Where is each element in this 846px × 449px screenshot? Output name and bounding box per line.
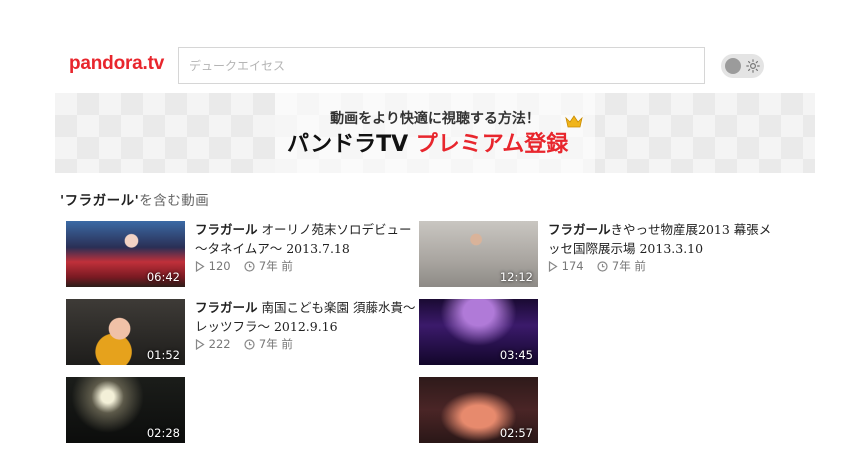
pandora-logo[interactable]: pandora.tv: [69, 53, 164, 75]
video-thumbnail[interactable]: 02:28: [66, 377, 185, 443]
play-icon: [548, 260, 558, 273]
clock-icon: [244, 261, 255, 272]
play-icon: [195, 260, 205, 273]
video-thumbnail[interactable]: 02:57: [419, 377, 538, 443]
video-thumbnail[interactable]: 12:12: [419, 221, 538, 287]
video-title[interactable]: フラガール オーリノ苑末ソロデビュー～タネイムア～ 2013.7.18: [195, 220, 420, 258]
video-thumbnail[interactable]: 01:52: [66, 299, 185, 365]
clock-icon: [244, 339, 255, 350]
video-thumbnail[interactable]: 03:45: [419, 299, 538, 365]
video-meta: 222 7年 前: [195, 336, 293, 352]
sun-icon: [746, 59, 760, 73]
video-thumbnail[interactable]: 06:42: [66, 221, 185, 287]
banner-tagline: 動画をより快適に視聴する方法！: [330, 111, 540, 127]
title-highlight: フラガール: [195, 300, 258, 315]
video-duration: 02:28: [146, 426, 180, 440]
view-count: 222: [208, 337, 231, 351]
video-meta: 174 7年 前: [548, 258, 646, 274]
clock-icon: [597, 261, 608, 272]
video-meta: 120 7年 前: [195, 258, 293, 274]
video-duration: 12:12: [499, 270, 533, 284]
title-highlight: フラガール: [195, 222, 258, 237]
view-count: 120: [208, 259, 231, 273]
title-highlight: フラガール: [548, 222, 611, 237]
theme-toggle[interactable]: [721, 54, 764, 78]
search-input[interactable]: [178, 47, 705, 84]
video-duration: 03:45: [499, 348, 533, 362]
banner-brand: パンドラTV: [287, 132, 416, 157]
upload-age: 7年 前: [258, 337, 293, 351]
premium-banner[interactable]: 動画をより快適に視聴する方法！ パンドラTV プレミアム登録: [55, 93, 815, 173]
video-duration: 01:52: [146, 348, 180, 362]
heading-suffix: を含む動画: [139, 193, 210, 209]
results-heading: 'フラガール'を含む動画: [60, 189, 209, 209]
banner-title: パンドラTV プレミアム登録: [287, 126, 568, 158]
view-count: 174: [561, 259, 584, 273]
heading-query: 'フラガール': [60, 193, 140, 209]
crown-icon: [565, 115, 583, 128]
video-duration: 06:42: [146, 270, 180, 284]
banner-premium: プレミアム登録: [415, 132, 569, 157]
upload-age: 7年 前: [258, 259, 293, 273]
toggle-knob: [725, 58, 741, 74]
upload-age: 7年 前: [611, 259, 646, 273]
video-duration: 02:57: [499, 426, 533, 440]
video-title[interactable]: フラガールきやっせ物産展2013 幕張メッセ国際展示場 2013.3.10: [548, 220, 773, 258]
play-icon: [195, 338, 205, 351]
video-title[interactable]: フラガール 南国こども楽園 須藤水貴～レッツフラ～ 2012.9.16: [195, 298, 420, 336]
